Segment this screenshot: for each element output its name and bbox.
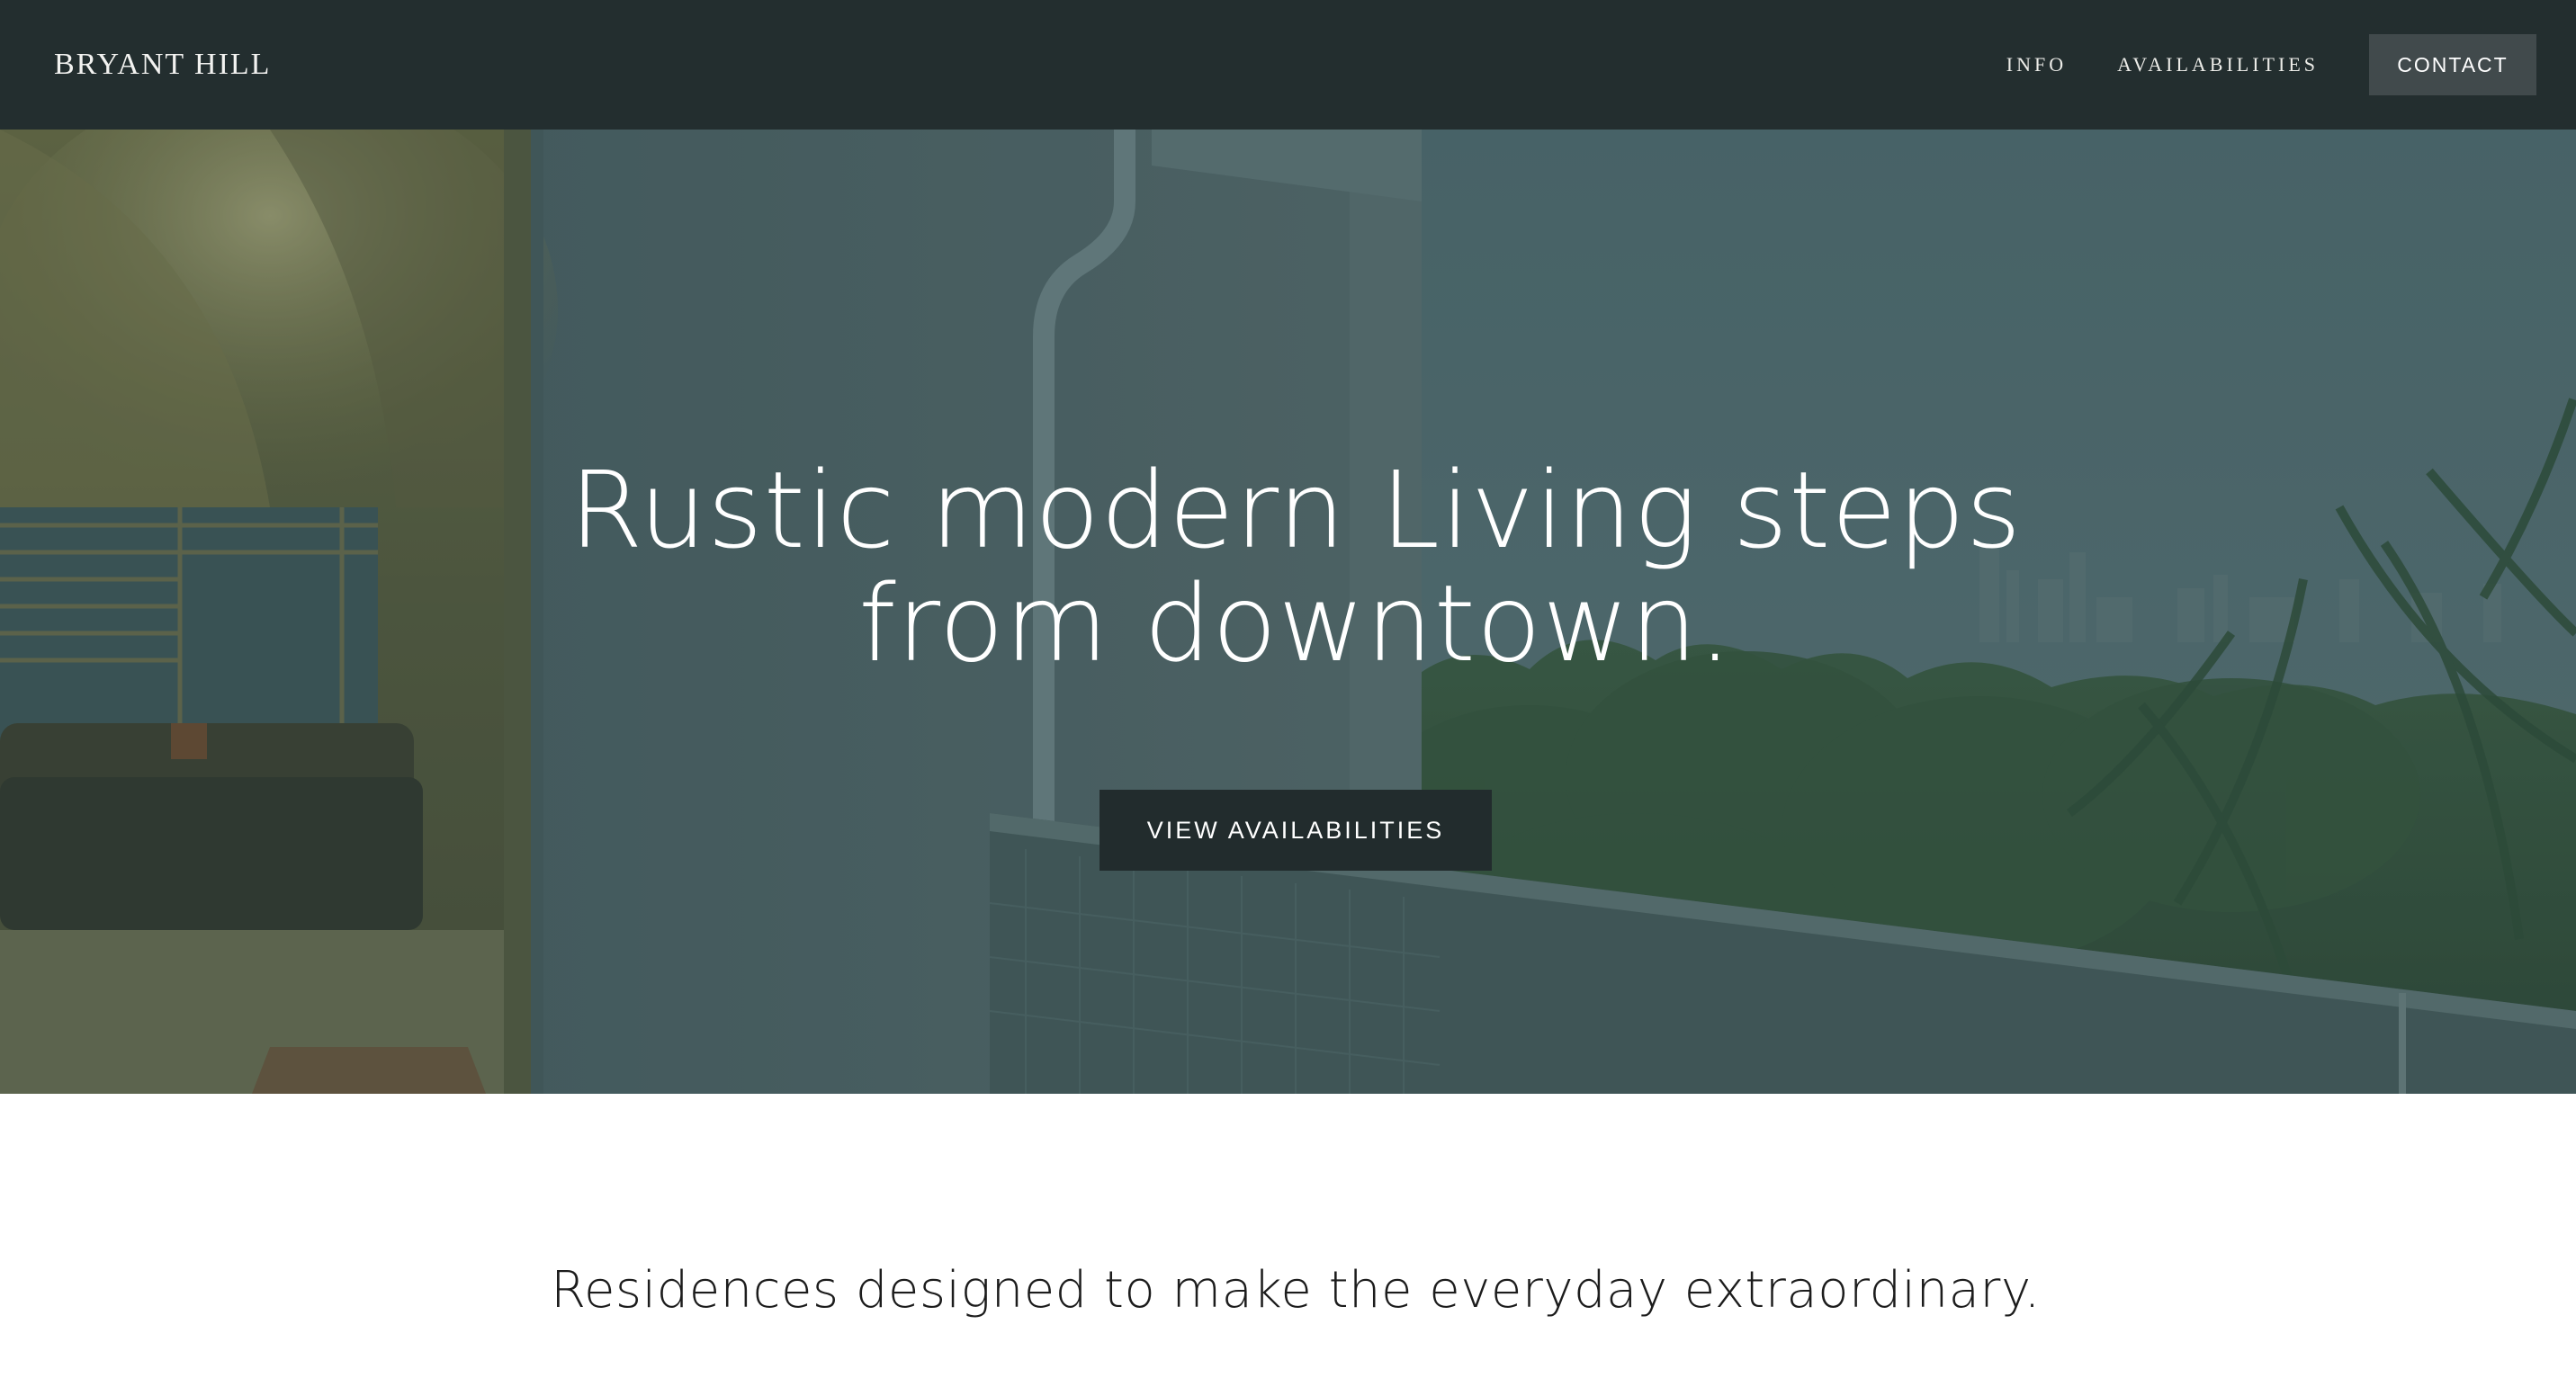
- hero-title: Rustic modern Living steps from downtown…: [569, 448, 2023, 685]
- brand-logo[interactable]: BRYANT HILL: [54, 48, 271, 82]
- intro-section: Residences designed to make the everyday…: [0, 1094, 2576, 1378]
- hero-section: Rustic modern Living steps from downtown…: [0, 130, 2576, 1094]
- main-nav: INFO AVAILABILITIES CONTACT: [2006, 34, 2536, 95]
- contact-button[interactable]: CONTACT: [2369, 34, 2536, 95]
- site-header: BRYANT HILL INFO AVAILABILITIES CONTACT: [0, 0, 2576, 130]
- nav-link-availabilities[interactable]: AVAILABILITIES: [2117, 53, 2319, 76]
- nav-link-info[interactable]: INFO: [2006, 53, 2067, 76]
- intro-text: Residences designed to make the everyday…: [551, 1261, 2041, 1320]
- view-availabilities-button[interactable]: VIEW AVAILABILITIES: [1100, 790, 1492, 871]
